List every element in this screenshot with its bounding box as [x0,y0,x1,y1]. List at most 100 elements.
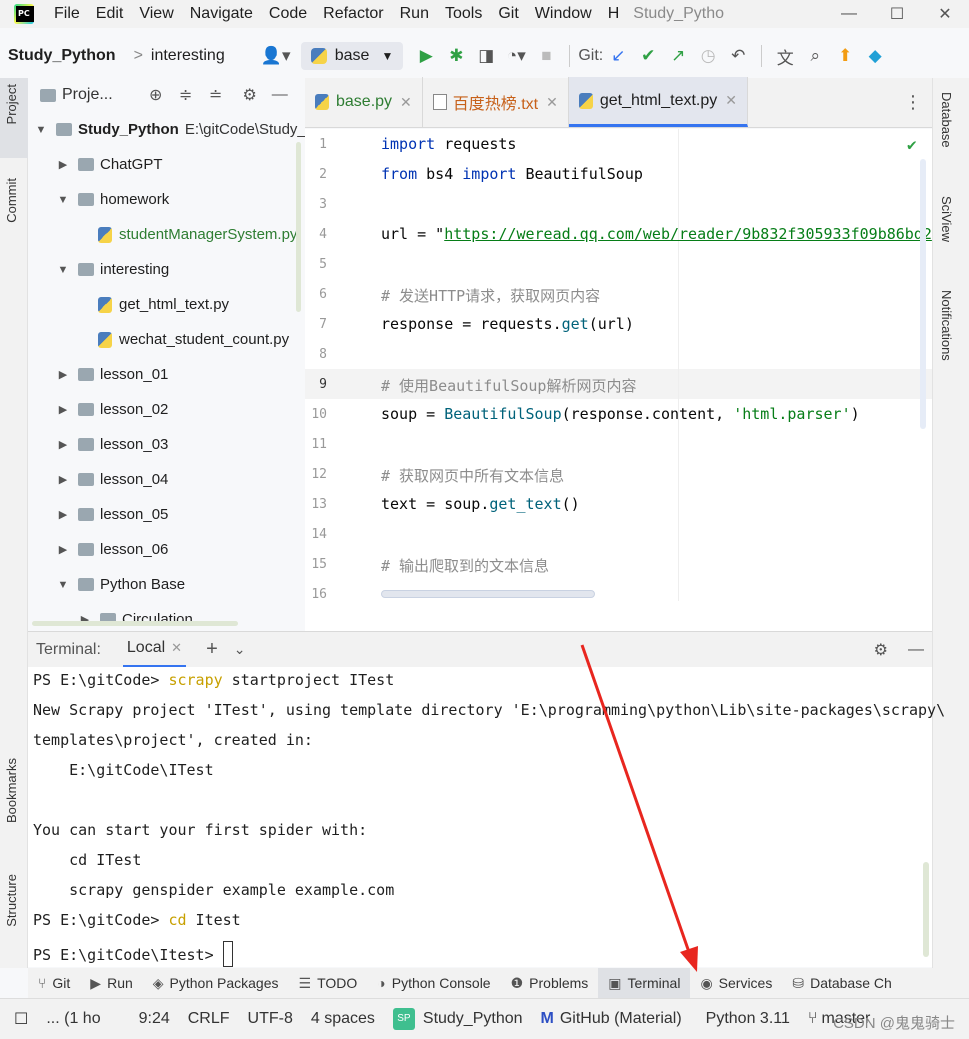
stop-icon[interactable]: ■ [531,41,561,71]
menu-tools[interactable]: Tools [437,5,490,23]
project-tool-tab[interactable]: Project [4,84,19,124]
close-tab-icon[interactable]: ✕ [400,94,412,111]
user-dropdown-icon[interactable]: 👤▾ [261,41,291,71]
tab-get-html-text[interactable]: get_html_text.py ✕ [568,77,748,127]
tree-item-lesson-01[interactable]: ▶ lesson_01 [56,357,169,392]
database-tool-tab[interactable]: Database [939,92,954,148]
notifications-tool-tab[interactable]: Notifications [939,290,954,361]
toggle-panels-icon[interactable]: ☐ [0,1009,37,1029]
theme-status[interactable]: M GitHub (Material) [532,1010,691,1028]
tree-item-python-base[interactable]: ▼ Python Base [56,567,186,602]
interpreter-status[interactable]: Python 3.11 [697,1010,799,1028]
tool-terminal[interactable]: ▣ Terminal [598,968,691,998]
tool-python-console[interactable]: ◑ Python Console [367,968,500,998]
terminal-output[interactable]: PS E:\gitCode> scrapy startproject ITest… [28,667,945,967]
tool-problems[interactable]: ❶ Problems [501,968,599,998]
menu-run[interactable]: Run [392,5,437,23]
tree-item-homework[interactable]: ▼ homework [56,182,170,217]
close-tab-icon[interactable]: ✕ [171,640,182,656]
debug-icon[interactable]: ✱ [441,41,471,71]
menu-code[interactable]: Code [261,5,315,23]
menu-help[interactable]: H [600,5,628,23]
tree-item-interesting[interactable]: ▼ interesting [56,252,170,287]
file-encoding[interactable]: UTF-8 [239,1010,302,1028]
tree-item-wechat-student-count[interactable]: wechat_student_count.py [98,322,289,357]
tree-root[interactable]: ▼ Study_Python E:\gitCode\Study_P [34,112,305,147]
tool-todo[interactable]: ☰ TODO [289,968,368,998]
hide-panel-icon[interactable]: — [265,86,295,104]
breadcrumb-folder[interactable]: interesting [151,47,225,65]
tool-python-packages[interactable]: ◈ Python Packages [143,968,289,998]
line-separator[interactable]: CRLF [179,1010,239,1028]
tool-database-changes[interactable]: ⛁ Database Ch [782,968,901,998]
project-horizontal-scrollbar[interactable] [32,621,238,626]
code-line-10: soup = BeautifulSoup(response.content, '… [381,405,860,423]
jetbrains-icon[interactable]: ◆ [860,41,890,71]
menu-view[interactable]: View [131,5,181,23]
history-icon[interactable]: ◷ [693,41,723,71]
menu-file[interactable]: File [46,5,88,23]
editor-vertical-scrollbar[interactable] [920,159,926,429]
terminal-scrollbar[interactable] [923,862,929,957]
tool-services[interactable]: ◉ Services [690,968,782,998]
new-terminal-icon[interactable]: + [206,638,218,661]
locate-icon[interactable]: ⊕ [141,85,171,105]
expand-all-icon[interactable]: ≑ [171,85,201,105]
tree-item-lesson-04[interactable]: ▶ lesson_04 [56,462,169,497]
tree-item-lesson-02[interactable]: ▶ lesson_02 [56,392,169,427]
hide-panel-icon[interactable]: — [908,641,924,659]
close-tab-icon[interactable]: ✕ [546,94,558,111]
close-tab-icon[interactable]: ✕ [725,92,737,109]
tab-base-py[interactable]: base.py ✕ [305,77,423,127]
menu-git[interactable]: Git [490,5,526,23]
gear-icon[interactable]: ⚙ [235,85,265,105]
close-button[interactable]: ✕ [921,0,969,28]
editor-horizontal-scrollbar[interactable] [381,590,595,598]
minimize-button[interactable]: — [825,0,873,28]
bookmarks-tool-tab[interactable]: Bookmarks [4,758,19,823]
indent-setting[interactable]: 4 spaces [302,1010,384,1028]
terminal-header: Terminal: Local ✕ + ⌄ ⚙ — [28,631,932,668]
tab-baidu-txt[interactable]: 百度热榜.txt ✕ [423,77,569,127]
menu-refactor[interactable]: Refactor [315,5,391,23]
tree-item-chatgpt[interactable]: ▶ ChatGPT [56,147,163,182]
search-icon[interactable]: ⌕ [800,41,830,71]
tree-item-get-html-text[interactable]: get_html_text.py [98,287,229,322]
git-update-icon[interactable]: ↙ [603,41,633,71]
no-problems-check-icon[interactable]: ✔ [907,135,917,154]
menu-window[interactable]: Window [527,5,600,23]
project-status[interactable]: SP Study_Python [384,1008,532,1030]
terminal-tab-local[interactable]: Local ✕ [122,632,187,668]
tree-item-lesson-05[interactable]: ▶ lesson_05 [56,497,169,532]
more-tabs-icon[interactable]: ⋮ [904,92,922,113]
git-push-icon[interactable]: ↗ [663,41,693,71]
git-commit-icon[interactable]: ✔ [633,41,663,71]
tool-run[interactable]: ▶ Run [80,968,142,998]
tree-item-lesson-03[interactable]: ▶ lesson_03 [56,427,169,462]
maximize-button[interactable]: ☐ [873,0,921,28]
gear-icon[interactable]: ⚙ [874,640,888,660]
interpreter-selector[interactable]: base ▼ [300,42,404,70]
profile-icon[interactable]: ◔▾ [501,41,531,71]
tree-item-lesson-06[interactable]: ▶ lesson_06 [56,532,169,567]
update-icon[interactable]: ⬆ [830,41,860,71]
project-scrollbar[interactable] [296,142,301,312]
collapse-all-icon[interactable]: ≐ [201,85,231,105]
status-trunc[interactable]: ... (1 ho [37,1010,109,1028]
caret-position[interactable]: 9:24 [130,1010,179,1028]
structure-tool-tab[interactable]: Structure [4,874,19,927]
chevron-down-icon[interactable]: ⌄ [234,641,246,658]
coverage-icon[interactable]: ◨ [471,41,501,71]
run-icon[interactable]: ▶ [411,41,441,71]
sciview-tool-tab[interactable]: SciView [939,196,954,242]
commit-tool-tab[interactable]: Commit [4,178,19,223]
menu-navigate[interactable]: Navigate [182,5,261,23]
translate-icon[interactable]: 文 [770,41,800,71]
menu-edit[interactable]: Edit [88,5,132,23]
rollback-icon[interactable]: ↶ [723,41,753,71]
tool-git[interactable]: ⑂ Git [28,968,80,998]
project-panel-title[interactable]: Proje... [62,86,113,104]
breadcrumb-project[interactable]: Study_Python [8,47,116,65]
tree-item-studentmanagersystem[interactable]: studentManagerSystem.py [98,217,297,252]
code-editor[interactable]: 1 2 3 4 5 6 7 8 9 10 11 12 13 14 15 16 i… [305,129,932,601]
